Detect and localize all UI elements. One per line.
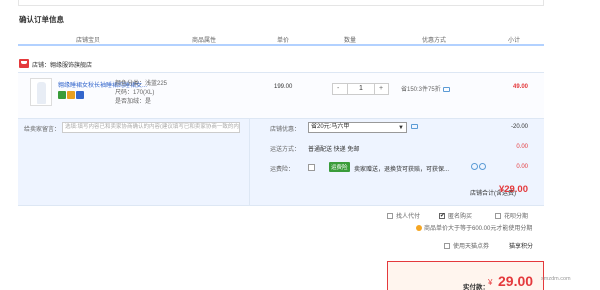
installment-checkbox[interactable] bbox=[495, 213, 501, 220]
table-header: 店铺宝贝 商品属性 单价 数量 优惠方式 小计 bbox=[18, 32, 544, 46]
dropdown-arrow-icon: ▼ bbox=[398, 125, 404, 131]
col-header-item: 店铺宝贝 bbox=[76, 38, 101, 44]
order-item: 翱缘睡裙女秋长袖睡裙纯睡裙女... 颜色分类：浅蓝225 尺码：170(XL) … bbox=[18, 72, 544, 118]
shop-total: ¥29.00 bbox=[498, 184, 528, 195]
chat-bubble-icon[interactable] bbox=[411, 124, 418, 129]
unit-price: 199.00 bbox=[274, 84, 293, 90]
watermark: smzdm.com bbox=[541, 276, 571, 282]
page-title: 确认订单信息 bbox=[19, 15, 64, 24]
divider bbox=[249, 119, 250, 205]
help-icon[interactable] bbox=[479, 163, 486, 170]
shipping-label: 运送方式： bbox=[270, 147, 301, 153]
top-bar-edge bbox=[18, 0, 544, 6]
service-badge-icon[interactable] bbox=[76, 91, 84, 99]
anonymous-checkbox[interactable] bbox=[439, 212, 445, 220]
quantity-plus-button[interactable]: + bbox=[379, 85, 383, 92]
col-header-quantity: 数量 bbox=[344, 38, 357, 44]
col-header-price: 单价 bbox=[277, 38, 290, 44]
quantity-input[interactable]: 1 bbox=[359, 85, 363, 92]
pay-amount: 29.00 bbox=[498, 273, 534, 289]
col-header-attributes: 商品属性 bbox=[192, 38, 217, 44]
installment-link[interactable]: 猫享积分 bbox=[509, 241, 533, 250]
anonymous-option[interactable]: 匿名购买 bbox=[439, 211, 472, 220]
insurance-amount: 0.00 bbox=[516, 164, 528, 170]
attr-fleece: 是否加绒：是 bbox=[115, 99, 152, 105]
chat-bubble-icon[interactable] bbox=[471, 163, 478, 170]
quantity-stepper: - 1 + bbox=[332, 83, 389, 95]
chat-bubble-icon[interactable] bbox=[442, 86, 450, 92]
shop-icon bbox=[19, 59, 29, 68]
col-header-discount: 优惠方式 bbox=[422, 38, 447, 44]
order-options: 给卖家留言： 选填:填写内容已和卖家协商确认的内容(建议填写已和卖家协商一致的内… bbox=[18, 118, 544, 206]
seller-note-input[interactable]: 选填:填写内容已和卖家协商确认的内容(建议填写已和卖家协商一致的内容) bbox=[62, 122, 240, 133]
pay-currency: ¥ bbox=[488, 278, 493, 287]
proxy-pay-option[interactable]: 找人代付 bbox=[387, 211, 420, 220]
col-header-subtotal: 小计 bbox=[508, 38, 521, 44]
shop-discount-label: 店铺优惠： bbox=[270, 127, 301, 133]
item-attributes: 颜色分类：浅蓝225 尺码：170(XL) 是否加绒：是 bbox=[115, 80, 167, 107]
insurance-text: 卖家赠送，退换货可获赔，可获保... bbox=[354, 167, 450, 173]
pay-summary: 实付款： ¥ 29.00 bbox=[387, 261, 544, 290]
quantity-minus-button[interactable]: - bbox=[337, 85, 339, 92]
item-thumbnail[interactable] bbox=[30, 78, 52, 106]
shop-row: 店铺：翱缘服饰旗舰店 bbox=[18, 57, 544, 71]
installment-option[interactable]: 花呗分期 bbox=[495, 211, 528, 220]
tmall-points-option[interactable]: 使用天猫点券 bbox=[444, 241, 489, 250]
item-discount: 省150:3件75折 bbox=[401, 84, 450, 93]
shipping-method: 普通配送 快递 免邮 bbox=[308, 147, 360, 153]
item-subtotal: 49.00 bbox=[512, 84, 528, 90]
note-label: 给卖家留言： bbox=[24, 127, 61, 133]
insurance-label: 运费险： bbox=[270, 167, 295, 173]
shop-discount-amount: -20.00 bbox=[510, 124, 528, 130]
info-icon bbox=[416, 225, 422, 232]
insurance-badge: 运费险 bbox=[329, 162, 350, 172]
shop-name-link[interactable]: 翱缘服饰旗舰店 bbox=[50, 63, 92, 69]
pay-label: 实付款： bbox=[463, 284, 489, 290]
insurance-checkbox[interactable] bbox=[308, 164, 315, 171]
service-badge-icon[interactable] bbox=[67, 91, 75, 99]
tmall-points-checkbox[interactable] bbox=[444, 243, 450, 250]
shop-discount-select[interactable]: 省20元:马六甲 ▼ bbox=[308, 122, 407, 133]
proxy-pay-checkbox[interactable] bbox=[387, 213, 393, 220]
installment-hint: 商品单价大于等于600.00元才能使用分期 bbox=[416, 223, 532, 232]
shop-label: 店铺： bbox=[32, 63, 51, 69]
service-badges bbox=[58, 91, 85, 101]
shipping-amount: 0.00 bbox=[516, 144, 528, 150]
attr-color: 颜色分类：浅蓝225 bbox=[115, 81, 168, 87]
service-badge-icon[interactable] bbox=[58, 91, 66, 99]
attr-size: 尺码：170(XL) bbox=[115, 90, 155, 96]
